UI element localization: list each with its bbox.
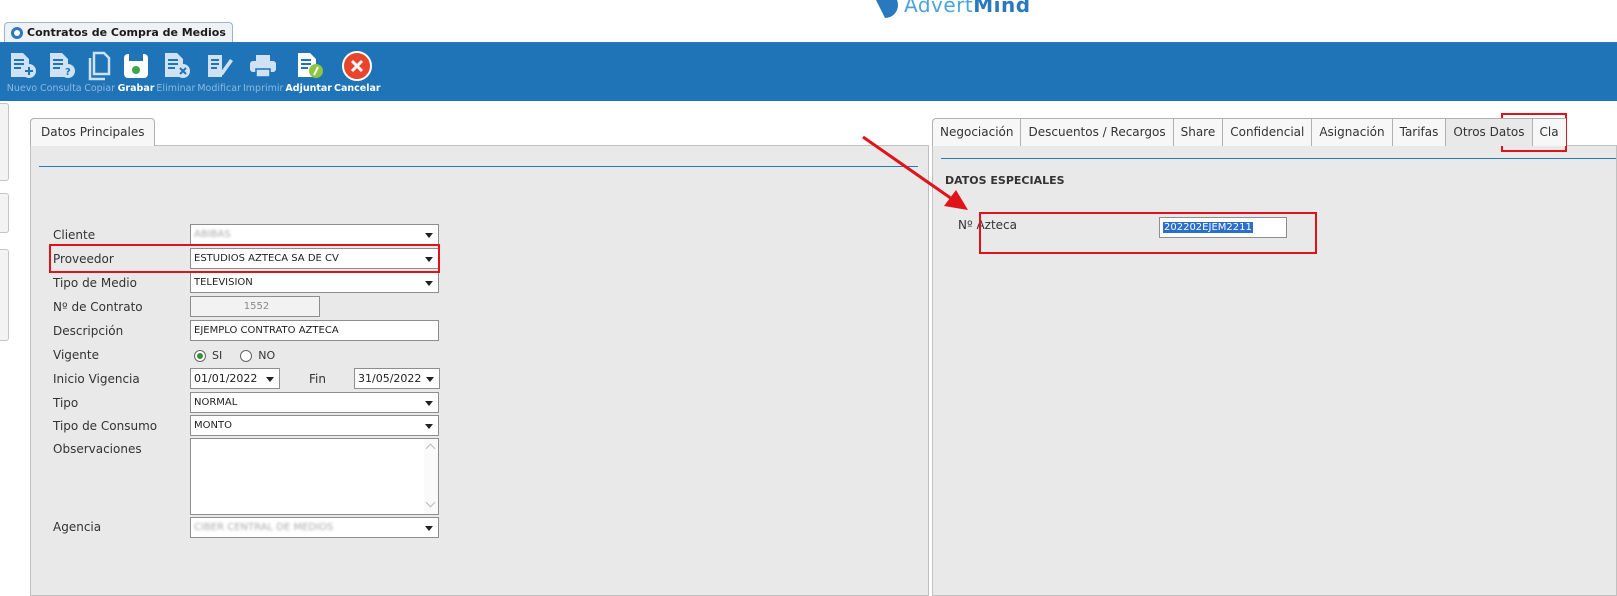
svg-text:?: ? [65, 67, 71, 78]
window-tab-title: Contratos de Compra de Medios [27, 26, 226, 39]
vigente-label: Vigente [53, 348, 99, 362]
document-delete-icon [160, 49, 192, 83]
inicio-vigencia-label: Inicio Vigencia [53, 372, 140, 386]
section-divider [941, 158, 1616, 159]
no-azteca-label: Nº Azteca [958, 218, 1017, 232]
proveedor-row: Proveedor [53, 248, 114, 270]
observaciones-scrollbar[interactable] [424, 439, 438, 514]
tab-cla[interactable]: Cla [1531, 118, 1566, 146]
adjuntar-button[interactable]: Adjuntar [285, 43, 332, 101]
descripcion-row: Descripción [53, 320, 123, 342]
side-tab-strip [0, 101, 10, 596]
imprimir-button[interactable]: Imprimir [243, 43, 283, 101]
consulta-button[interactable]: ? Consulta [40, 43, 82, 101]
otros-datos-panel: DATOS ESPECIALES Nº Azteca 202202EJEM221… [932, 145, 1617, 596]
vigente-si-label: SI [212, 349, 223, 362]
tab-confidencial[interactable]: Confidencial [1222, 118, 1312, 146]
panel-divider [39, 166, 918, 167]
vigente-si-radio[interactable] [194, 349, 206, 362]
fin-label: Fin [309, 372, 326, 386]
tab-share[interactable]: Share [1172, 118, 1223, 146]
tipo-label: Tipo [53, 396, 79, 410]
tipo-consumo-select[interactable]: MONTO [190, 415, 439, 436]
brand-logo: AdvertMind [872, 0, 1031, 18]
vigente-row: Vigente [53, 344, 99, 366]
side-tab-3[interactable] [0, 249, 9, 341]
fin-date[interactable]: 31/05/2022 [354, 368, 440, 389]
cliente-row: Cliente [53, 224, 95, 246]
tab-negociacion[interactable]: Negociación [932, 118, 1021, 146]
toolbar: Nuevo ? Consulta Copiar Grabar Eliminar … [0, 43, 1617, 101]
grabar-button[interactable]: Grabar [118, 43, 154, 101]
save-icon [120, 49, 152, 83]
vigente-no-label: NO [258, 349, 276, 362]
no-azteca-input[interactable]: 202202EJEM2211 [1159, 217, 1287, 238]
tipo-medio-select[interactable]: TELEVISION [190, 272, 439, 293]
no-contrato-row: Nº de Contrato [53, 296, 143, 318]
brand-mark-icon [872, 0, 898, 18]
brand-name: AdvertMind [904, 0, 1031, 17]
cliente-select[interactable]: ABIBAS [190, 224, 439, 245]
observaciones-row: Observaciones [53, 438, 142, 460]
tab-asignacion[interactable]: Asignación [1311, 118, 1392, 146]
inicio-vigencia-date[interactable]: 01/01/2022 [190, 368, 280, 389]
inicio-vigencia-row: Inicio Vigencia [53, 368, 140, 390]
eliminar-button[interactable]: Eliminar [156, 43, 195, 101]
no-azteca-selected-text: 202202EJEM2211 [1163, 222, 1253, 233]
fin-row: Fin [309, 368, 326, 390]
tab-otros-datos[interactable]: Otros Datos [1445, 118, 1532, 146]
descripcion-input[interactable]: EJEMPLO CONTRATO AZTECA [190, 320, 439, 341]
descripcion-label: Descripción [53, 324, 124, 338]
agencia-row: Agencia [53, 516, 101, 538]
tipo-consumo-label: Tipo de Consumo [53, 419, 158, 433]
side-tab-2[interactable] [0, 193, 9, 233]
attach-icon [293, 49, 325, 83]
document-question-icon: ? [45, 49, 77, 83]
observaciones-label: Observaciones [53, 442, 142, 456]
window-tab-contratos[interactable]: Contratos de Compra de Medios [4, 22, 233, 42]
copiar-button[interactable]: Copiar [84, 43, 116, 101]
proveedor-select[interactable]: ESTUDIOS AZTECA SA DE CV [190, 248, 439, 269]
nuevo-button[interactable]: Nuevo [6, 43, 38, 101]
window-tab-icon [11, 27, 23, 39]
cliente-label: Cliente [53, 228, 96, 242]
tab-tarifas[interactable]: Tarifas [1391, 118, 1446, 146]
modificar-button[interactable]: Modificar [197, 43, 241, 101]
side-tab-1[interactable] [0, 103, 9, 181]
datos-principales-panel: Cliente ABIBAS Proveedor ESTUDIOS AZTECA… [30, 145, 929, 596]
tipo-select[interactable]: NORMAL [190, 392, 439, 413]
cancelar-button[interactable]: Cancelar [334, 43, 381, 101]
tipo-consumo-row: Tipo de Consumo [53, 415, 157, 437]
cancel-icon [341, 49, 373, 83]
printer-icon [247, 49, 279, 83]
observaciones-textarea[interactable] [190, 438, 439, 515]
right-tab-bar: Negociación Descuentos / Recargos Share … [932, 118, 1566, 146]
agencia-select[interactable]: CIBER CENTRAL DE MEDIOS [190, 517, 439, 538]
edit-icon [203, 49, 235, 83]
no-contrato-field: 1552 [190, 296, 320, 317]
proveedor-label: Proveedor [53, 252, 114, 266]
vigente-no-radio[interactable] [240, 349, 253, 362]
no-azteca-row: Nº Azteca [958, 214, 1017, 236]
vigente-radio-group: SI NO [194, 349, 275, 362]
copy-icon [84, 49, 116, 83]
tipo-row: Tipo [53, 392, 78, 414]
agencia-label: Agencia [53, 520, 102, 534]
tipo-medio-row: Tipo de Medio [53, 272, 137, 294]
tab-datos-principales[interactable]: Datos Principales [30, 118, 156, 146]
no-contrato-label: Nº de Contrato [53, 300, 143, 314]
document-plus-icon [6, 49, 38, 83]
tab-descuentos-recargos[interactable]: Descuentos / Recargos [1020, 118, 1173, 146]
datos-especiales-title: DATOS ESPECIALES [945, 174, 1065, 187]
top-strip: AdvertMind [0, 0, 1617, 20]
tipo-medio-label: Tipo de Medio [53, 276, 137, 290]
